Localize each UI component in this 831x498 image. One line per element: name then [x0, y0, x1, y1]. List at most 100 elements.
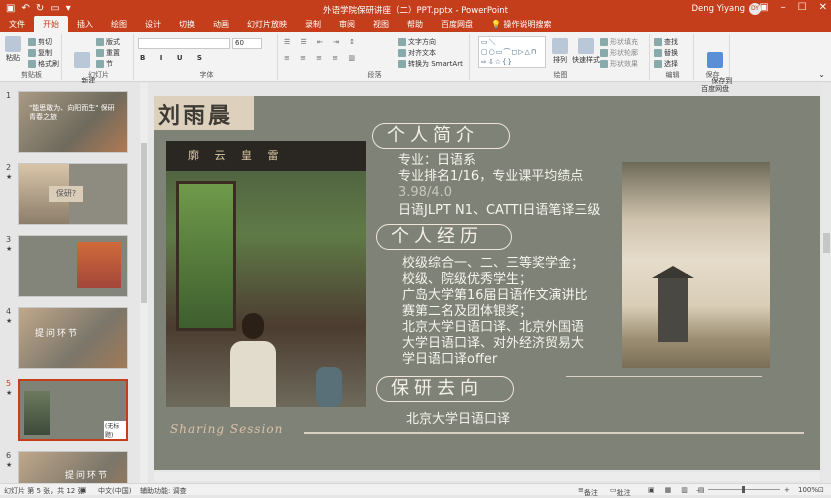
- shape-effects-button[interactable]: 形状效果: [600, 59, 638, 69]
- font-name-combo[interactable]: [138, 38, 230, 49]
- user-account[interactable]: Deng Yiyang DY: [691, 3, 761, 15]
- experience-line: 北京大学日语口译、北京外国语: [402, 320, 585, 335]
- slide-canvas[interactable]: 刘雨晨 廓 云 皇 雷 个人简介 专业：日语系 专业排名1/16，专业课平均绩点…: [154, 96, 820, 470]
- notes-button[interactable]: ≡ 备注: [578, 486, 598, 497]
- new-slide-icon: [73, 52, 90, 68]
- spell-check-icon[interactable]: ▣: [80, 486, 87, 494]
- section-title-destination[interactable]: 保研去向: [376, 376, 514, 402]
- thumb-number: 5: [6, 379, 12, 388]
- tell-me-search[interactable]: 💡 操作说明搜索: [482, 16, 561, 32]
- drawing-label: 绘图: [553, 71, 568, 79]
- align-text-button[interactable]: 对齐文本: [398, 48, 436, 58]
- copy-icon: [28, 49, 36, 57]
- scrollbar-thumb[interactable]: [823, 233, 830, 253]
- fit-to-window-icon[interactable]: ⊡: [818, 486, 824, 494]
- replace-button[interactable]: 替换: [654, 48, 678, 58]
- thumb-number: 4: [6, 307, 12, 316]
- tab-transitions[interactable]: 切换: [170, 16, 204, 32]
- intro-line: 专业排名1/16，专业课平均绩点: [398, 169, 584, 184]
- list-buttons[interactable]: ☰ ☰ ⇤ ⇥ ↕: [284, 38, 359, 46]
- notes-label: 备注: [583, 489, 598, 497]
- collapse-ribbon-icon[interactable]: ⌄: [818, 70, 825, 79]
- decorative-line: [304, 432, 804, 434]
- copy-button[interactable]: 复制: [28, 48, 52, 58]
- thumbnail-slide-1[interactable]: "能思敢为、向阳而生" 保研青春之旅: [18, 91, 128, 153]
- thumb-text: "能思敢为、向阳而生" 保研青春之旅: [29, 104, 115, 121]
- thumbnail-slide-6[interactable]: 提问环节: [18, 451, 128, 483]
- layout-button[interactable]: 版式: [96, 37, 120, 47]
- photo-person-head: [242, 313, 264, 339]
- presenter-name: 刘雨晨: [158, 104, 234, 129]
- smartart-button[interactable]: 转换为 SmartArt: [398, 59, 463, 69]
- tab-design[interactable]: 设计: [136, 16, 170, 32]
- presenter-photo[interactable]: 廓 云 皇 雷: [166, 141, 366, 407]
- section-icon: [96, 60, 104, 68]
- zoom-slider-thumb[interactable]: [742, 486, 745, 493]
- quick-styles-button[interactable]: 快速样式: [572, 38, 600, 65]
- tab-review[interactable]: 审阅: [330, 16, 364, 32]
- shape-outline-icon: [600, 49, 608, 57]
- tab-view[interactable]: 视图: [364, 16, 398, 32]
- view-buttons[interactable]: ▣▦▥▤: [648, 486, 714, 494]
- section-title-intro[interactable]: 个人简介: [372, 123, 510, 149]
- select-icon: [654, 60, 662, 68]
- cut-icon: [28, 38, 36, 46]
- thumb-text: 提问环节: [35, 329, 80, 339]
- arrange-button[interactable]: 排列: [552, 38, 568, 65]
- alignment-buttons[interactable]: ≡ ≡ ≡ ≡ ▥: [284, 54, 359, 62]
- shape-fill-icon: [600, 38, 608, 46]
- find-button[interactable]: 查找: [654, 37, 678, 47]
- section-title-experience[interactable]: 个人经历: [376, 224, 512, 250]
- vertical-scrollbar[interactable]: [822, 83, 831, 483]
- thumbnail-slide-3[interactable]: [18, 235, 128, 297]
- shape-outline-button[interactable]: 形状轮廓: [600, 48, 638, 58]
- paragraph-label: 段落: [367, 71, 382, 79]
- tab-file[interactable]: 文件: [0, 16, 34, 32]
- tab-baidu-netdisk[interactable]: 百度网盘: [432, 16, 482, 32]
- thumbnail-slide-5[interactable]: (无标题): [18, 379, 128, 441]
- thumb-tooltip: (无标题): [104, 421, 126, 439]
- photo-signboard: 廓 云 皇 雷: [188, 149, 285, 162]
- text-direction-button[interactable]: 文字方向: [398, 37, 436, 47]
- font-size-combo[interactable]: 60: [232, 38, 262, 49]
- font-format-buttons[interactable]: B I U S: [140, 54, 208, 62]
- select-button[interactable]: 选择: [654, 59, 678, 69]
- cut-button[interactable]: 剪切: [28, 37, 52, 47]
- zoom-out-icon[interactable]: –: [696, 486, 700, 494]
- thumbnail-slide-2[interactable]: 保研?: [18, 163, 128, 225]
- paste-button[interactable]: 粘贴: [5, 36, 21, 63]
- tab-record[interactable]: 录制: [296, 16, 330, 32]
- tab-animations[interactable]: 动画: [204, 16, 238, 32]
- close-icon[interactable]: ✕: [819, 2, 827, 13]
- format-painter-button[interactable]: 格式刷: [28, 59, 59, 69]
- reset-button[interactable]: 重置: [96, 48, 120, 58]
- thumbnail-scrollbar[interactable]: [140, 83, 148, 483]
- thumbnail-slide-4[interactable]: 提问环节: [18, 307, 128, 369]
- painting-tower: [658, 274, 688, 342]
- shape-fill-button[interactable]: 形状填充: [600, 37, 638, 47]
- scrollbar-thumb[interactable]: [141, 143, 147, 303]
- zoom-in-icon[interactable]: +: [784, 486, 790, 494]
- tab-home[interactable]: 开始: [34, 16, 68, 32]
- footer-script: Sharing Session: [170, 422, 284, 436]
- experience-line: 大学日语口译、对外经济贸易大: [402, 336, 585, 351]
- minimize-icon[interactable]: –: [781, 2, 786, 13]
- tab-slideshow[interactable]: 幻灯片放映: [238, 16, 296, 32]
- save-to-baidu-button[interactable]: 保存到 百度网盘: [698, 36, 732, 101]
- comments-button[interactable]: ▭ 批注: [610, 486, 631, 497]
- zoom-level[interactable]: 100%: [798, 486, 818, 494]
- intro-line: 日语JLPT N1、CATTI日语笔译三级: [398, 203, 601, 218]
- editing-label: 编辑: [665, 71, 680, 79]
- ribbon-display-options-icon[interactable]: ▣: [759, 2, 768, 13]
- section-button[interactable]: 节: [96, 59, 113, 69]
- horizontal-scrollbar[interactable]: [154, 472, 820, 481]
- tab-draw[interactable]: 绘图: [102, 16, 136, 32]
- maximize-icon[interactable]: ☐: [798, 2, 807, 13]
- painting-image[interactable]: [622, 162, 770, 368]
- tab-help[interactable]: 帮助: [398, 16, 432, 32]
- title-bar: ▣ ↶ ↻ ▭ ▾ 外语学院保研讲座（二）PPT.pptx - PowerPoi…: [0, 0, 831, 32]
- shapes-gallery[interactable]: ▭＼▢○▭⌒◻▷△⊓⇨⇩☆{}▭◇⊕⊗⌒: [478, 36, 546, 68]
- name-tag[interactable]: 刘雨晨: [154, 96, 254, 130]
- clipboard-group: 粘贴 剪切 复制 格式刷 剪贴板: [2, 34, 62, 80]
- tab-insert[interactable]: 插入: [68, 16, 102, 32]
